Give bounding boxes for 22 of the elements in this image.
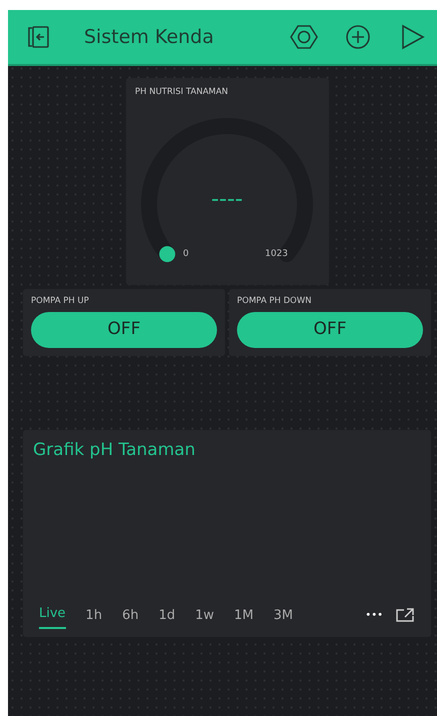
range-tab[interactable]: 1M [234,606,254,629]
range-tab[interactable]: 1d [158,606,176,629]
range-tab[interactable]: Live [39,604,66,629]
switch-button[interactable]: OFF [237,312,423,348]
range-tab[interactable]: 3M [274,606,294,629]
fullscreen-icon[interactable] [395,607,415,623]
switch-button[interactable]: OFF [31,312,217,348]
add-icon[interactable] [343,22,373,52]
gauge-indicator [159,246,176,262]
range-tab[interactable]: 1w [195,606,214,629]
gauge-min-label: 0 [183,248,189,259]
app-title: Sistem Kenda [84,24,214,50]
more-button[interactable]: ••• [365,608,383,629]
gauge-label: PH NUTRISI TANAMAN [135,86,230,99]
range-tab[interactable]: 6h [122,606,139,629]
range-tab[interactable]: 1h [86,606,102,629]
switch-label: POMPA PH DOWN [237,295,312,308]
chart-title: Grafik pH Tanaman [33,439,196,462]
gauge-value: ---- [211,186,243,212]
switch-label: POMPA PH UP [31,295,90,308]
gauge-max-label: 1023 [265,248,288,259]
settings-icon[interactable] [289,22,319,52]
